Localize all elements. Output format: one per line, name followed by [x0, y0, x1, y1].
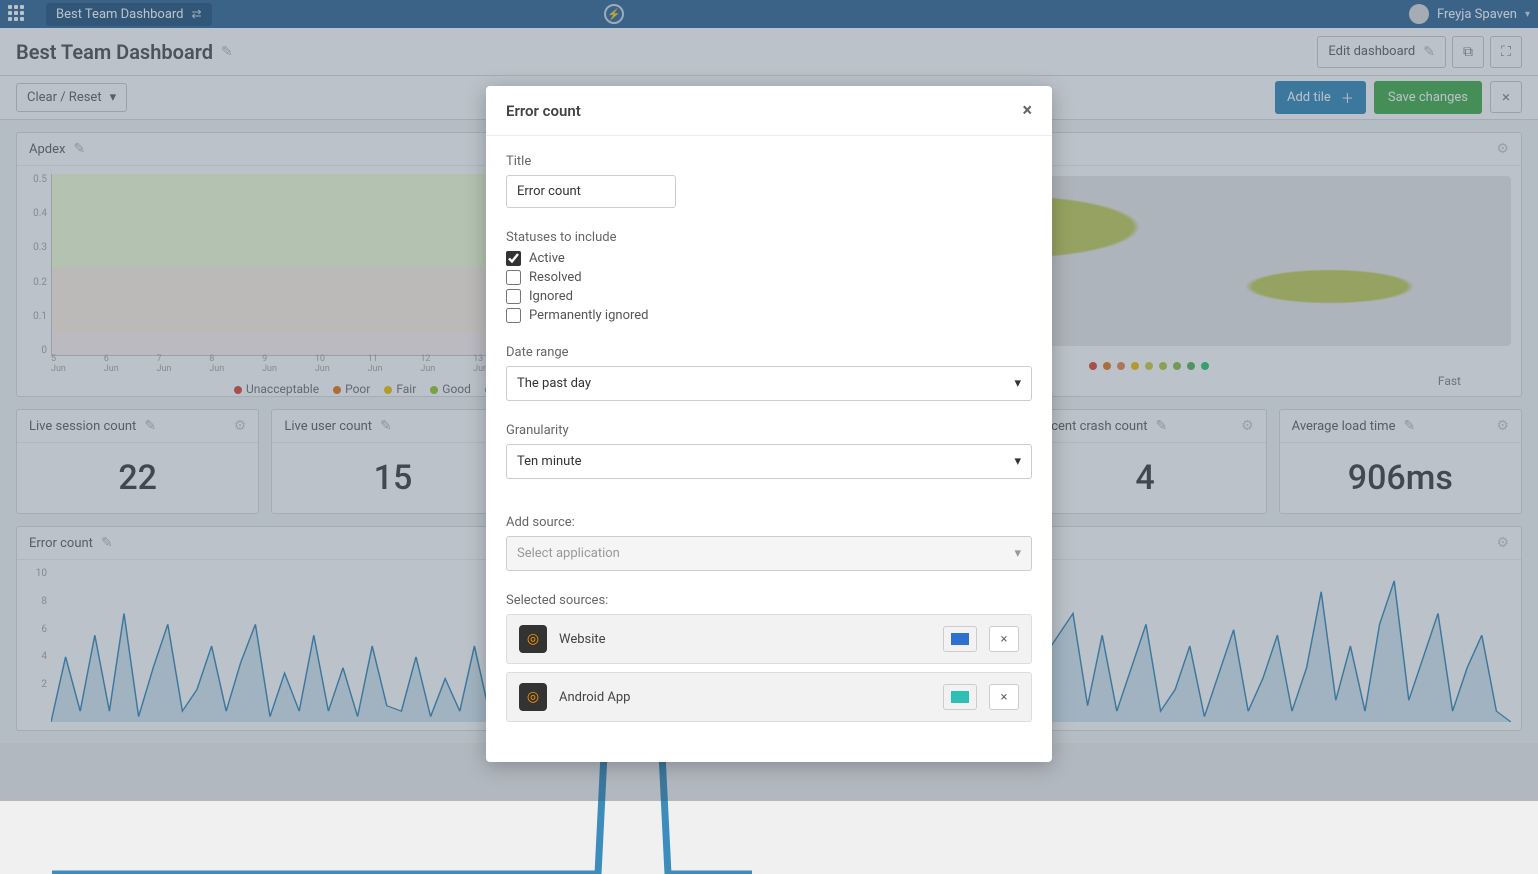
- source-item-website: ◎ Website ×: [506, 614, 1032, 664]
- status-ignored[interactable]: Ignored: [506, 289, 1032, 304]
- status-resolved[interactable]: Resolved: [506, 270, 1032, 285]
- chevron-down-icon: ▾: [1014, 376, 1021, 391]
- checkbox[interactable]: [506, 308, 521, 323]
- app-badge-icon: ◎: [519, 683, 547, 711]
- status-active[interactable]: Active: [506, 251, 1032, 266]
- chevron-down-icon: ▾: [1014, 454, 1021, 469]
- selected-sources-label: Selected sources:: [506, 593, 1032, 608]
- modal-overlay[interactable]: Error count × Title Statuses to include …: [0, 0, 1538, 801]
- checkbox[interactable]: [506, 270, 521, 285]
- source-item-android: ◎ Android App ×: [506, 672, 1032, 722]
- date-range-label: Date range: [506, 345, 1032, 360]
- remove-source-button[interactable]: ×: [989, 684, 1019, 710]
- remove-source-button[interactable]: ×: [989, 626, 1019, 652]
- statuses-label: Statuses to include: [506, 230, 1032, 245]
- modal-title: Error count: [506, 102, 581, 120]
- date-range-select[interactable]: The past day▾: [506, 366, 1032, 401]
- error-count-modal: Error count × Title Statuses to include …: [486, 86, 1052, 762]
- app-badge-icon: ◎: [519, 625, 547, 653]
- title-label: Title: [506, 154, 1032, 169]
- status-perm-ignored[interactable]: Permanently ignored: [506, 308, 1032, 323]
- chevron-down-icon: ▾: [1014, 546, 1021, 561]
- checkbox[interactable]: [506, 289, 521, 304]
- add-source-label: Add source:: [506, 515, 1032, 530]
- add-source-select[interactable]: Select application▾: [506, 536, 1032, 571]
- checkbox[interactable]: [506, 251, 521, 266]
- close-icon[interactable]: ×: [1022, 100, 1032, 121]
- color-swatch-button[interactable]: [943, 626, 977, 652]
- granularity-label: Granularity: [506, 423, 1032, 438]
- granularity-select[interactable]: Ten minute▾: [506, 444, 1032, 479]
- title-input[interactable]: [506, 175, 676, 208]
- color-swatch-button[interactable]: [943, 684, 977, 710]
